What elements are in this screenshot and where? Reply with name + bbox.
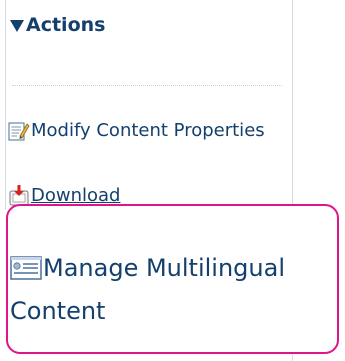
manage-multilingual-content-label: Manage Multilingual Content <box>10 254 285 325</box>
actions-panel-header[interactable]: Actions <box>10 12 105 38</box>
manage-multilingual-content-link[interactable]: Manage Multilingual Content <box>10 246 335 332</box>
edit-document-icon <box>8 122 30 141</box>
actions-panel-title: Actions <box>26 14 106 36</box>
modify-content-properties-label: Modify Content Properties <box>31 120 265 141</box>
modify-content-properties-link[interactable]: Modify Content Properties <box>8 118 278 144</box>
download-label: Download <box>31 185 121 206</box>
panel-left-border <box>5 0 6 210</box>
screenshot-frame: Actions Modify Content Properties Downlo… <box>0 0 345 361</box>
multilingual-card-icon <box>10 256 42 280</box>
divider <box>12 85 282 86</box>
triangle-down-icon <box>10 19 24 32</box>
